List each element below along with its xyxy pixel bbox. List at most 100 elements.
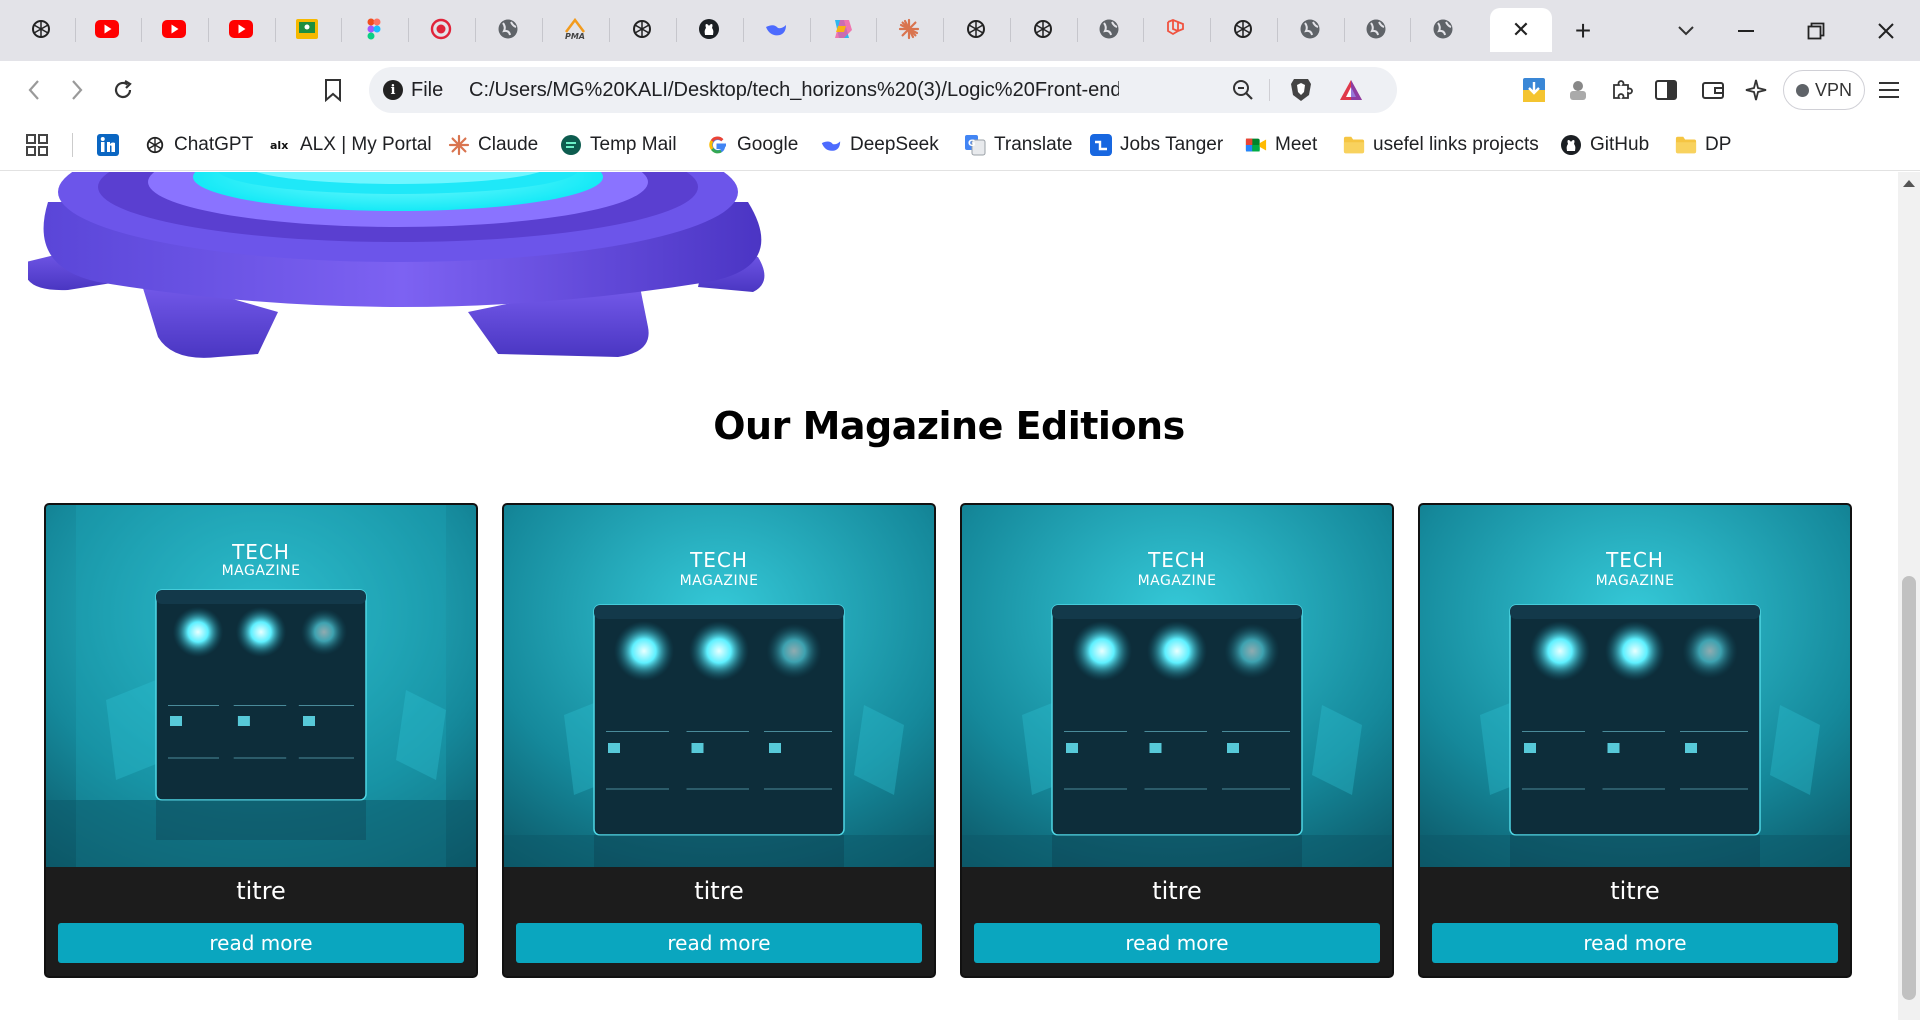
browser-tab[interactable] xyxy=(1224,10,1262,48)
site-info-icon[interactable]: i xyxy=(383,80,403,100)
card-title: titre xyxy=(1152,877,1202,905)
bookmark-item[interactable]: GitHub xyxy=(1560,130,1649,160)
bookmark-item[interactable]: Claude xyxy=(448,130,538,160)
browser-tab[interactable] xyxy=(22,10,60,48)
extension-icon[interactable] xyxy=(1562,74,1594,106)
tab-separator xyxy=(1143,18,1144,42)
bookmark-label: ChatGPT xyxy=(174,134,254,155)
bookmark-item[interactable] xyxy=(97,130,119,160)
claude-icon xyxy=(897,17,921,41)
bookmark-item[interactable]: G Translate xyxy=(964,130,1073,160)
browser-tab[interactable] xyxy=(1024,10,1062,48)
back-arrow-icon xyxy=(28,80,39,100)
scrollbar-thumb[interactable] xyxy=(1902,576,1916,1000)
address-bar[interactable]: i File C:/Users/MG%20KALI/Desktop/tech_h… xyxy=(369,67,1397,113)
section-title: Our Magazine Editions xyxy=(713,404,1185,448)
bookmark-item[interactable]: Meet xyxy=(1245,130,1317,160)
browser-tab[interactable] xyxy=(422,10,460,48)
bookmarks-bar: ChatGPT alx ALX | My Portal Claude Temp Mail… xyxy=(0,119,1920,171)
bookmark-page-button[interactable] xyxy=(316,73,350,107)
browser-tab[interactable] xyxy=(222,10,260,48)
read-more-button[interactable]: read more xyxy=(974,923,1380,963)
minimize-button[interactable] xyxy=(1728,14,1764,48)
page-scrollbar[interactable] xyxy=(1898,172,1920,1020)
card-title: titre xyxy=(1610,877,1660,905)
bookmark-item[interactable]: ChatGPT xyxy=(144,130,253,160)
bookmark-item[interactable]: usefel links projects xyxy=(1343,130,1539,160)
cover-title: TECH xyxy=(232,540,290,564)
scroll-up-arrow-icon[interactable] xyxy=(1903,180,1915,187)
browser-tab[interactable] xyxy=(1090,10,1128,48)
minimize-icon xyxy=(1738,30,1754,32)
menu-icon[interactable] xyxy=(1873,74,1905,106)
chatgpt-icon xyxy=(1031,17,1055,41)
active-tab[interactable]: ✕ xyxy=(1490,8,1552,52)
browser-tab[interactable] xyxy=(88,10,126,48)
reload-button[interactable] xyxy=(106,73,140,107)
chatgpt-icon xyxy=(1231,17,1255,41)
browser-tab[interactable] xyxy=(1357,10,1395,48)
new-tab-button[interactable]: + xyxy=(1565,14,1601,48)
tab-strip: PMA ✕ + xyxy=(0,0,1920,61)
bookmark-label: Jobs Tanger xyxy=(1120,134,1224,155)
bookmark-item[interactable]: Jobs Tanger xyxy=(1090,130,1223,160)
wallet-icon[interactable] xyxy=(1697,74,1729,106)
tab-separator xyxy=(341,18,342,42)
vpn-button[interactable]: VPN xyxy=(1783,70,1865,110)
extensions-puzzle-icon[interactable] xyxy=(1606,74,1638,106)
globe-icon xyxy=(1431,17,1455,41)
cover-subtitle: MAGAZINE xyxy=(1137,573,1217,589)
bookmarks-divider xyxy=(72,133,73,157)
read-more-button[interactable]: read more xyxy=(58,923,464,963)
tab-list-button[interactable] xyxy=(1668,14,1704,48)
bookmark-item[interactable]: DP xyxy=(1675,130,1731,160)
tempmail-icon xyxy=(560,134,582,156)
browser-tab[interactable] xyxy=(489,10,527,48)
browser-tab[interactable] xyxy=(1157,10,1195,48)
forward-button[interactable] xyxy=(60,73,94,107)
bookmark-item[interactable]: Temp Mail xyxy=(560,130,677,160)
bookmark-label: usefel links projects xyxy=(1373,134,1539,155)
close-tab-icon[interactable]: ✕ xyxy=(1512,17,1530,43)
tab-separator xyxy=(876,18,877,42)
browser-tab[interactable] xyxy=(890,10,928,48)
globe-icon xyxy=(496,17,520,41)
brave-shields-icon[interactable] xyxy=(1287,76,1315,104)
bookmark-item[interactable]: DeepSeek xyxy=(820,130,939,160)
browser-tab[interactable] xyxy=(355,10,393,48)
zoom-icon[interactable] xyxy=(1229,76,1257,104)
tab-separator xyxy=(1077,18,1078,42)
browser-tab[interactable] xyxy=(1424,10,1462,48)
tab-separator xyxy=(1344,18,1345,42)
browser-tab[interactable] xyxy=(623,10,661,48)
cover-title: TECH xyxy=(1606,548,1664,572)
browser-tab[interactable] xyxy=(690,10,728,48)
claude-icon xyxy=(448,134,470,156)
read-more-button[interactable]: read more xyxy=(516,923,922,963)
browser-tab[interactable] xyxy=(957,10,995,48)
brave-rewards-icon[interactable] xyxy=(1337,76,1365,104)
browser-tab[interactable] xyxy=(757,10,795,48)
bookmark-item[interactable]: Google xyxy=(707,130,798,160)
read-more-button[interactable]: read more xyxy=(1432,923,1838,963)
close-window-button[interactable] xyxy=(1868,14,1904,48)
leo-ai-icon[interactable] xyxy=(1740,74,1772,106)
url-text[interactable]: C:/Users/MG%20KALI/Desktop/tech_horizons… xyxy=(469,79,1119,102)
tab-separator xyxy=(743,18,744,42)
browser-tab[interactable] xyxy=(155,10,193,48)
back-button[interactable] xyxy=(17,73,51,107)
tab-separator xyxy=(1010,18,1011,42)
browser-tab[interactable] xyxy=(823,10,861,48)
tab-separator xyxy=(1410,18,1411,42)
chevron-down-icon xyxy=(1678,26,1694,36)
sidebar-icon[interactable] xyxy=(1650,74,1682,106)
browser-tab[interactable] xyxy=(288,10,326,48)
restore-button[interactable] xyxy=(1798,14,1834,48)
downloads-icon[interactable] xyxy=(1518,74,1550,106)
classroom-icon xyxy=(295,17,319,41)
bookmark-item[interactable]: alx ALX | My Portal xyxy=(270,130,432,160)
svg-text:alx: alx xyxy=(270,139,288,152)
browser-tab[interactable] xyxy=(1291,10,1329,48)
apps-grid-button[interactable] xyxy=(26,130,48,160)
browser-tab[interactable]: PMA xyxy=(556,10,594,48)
